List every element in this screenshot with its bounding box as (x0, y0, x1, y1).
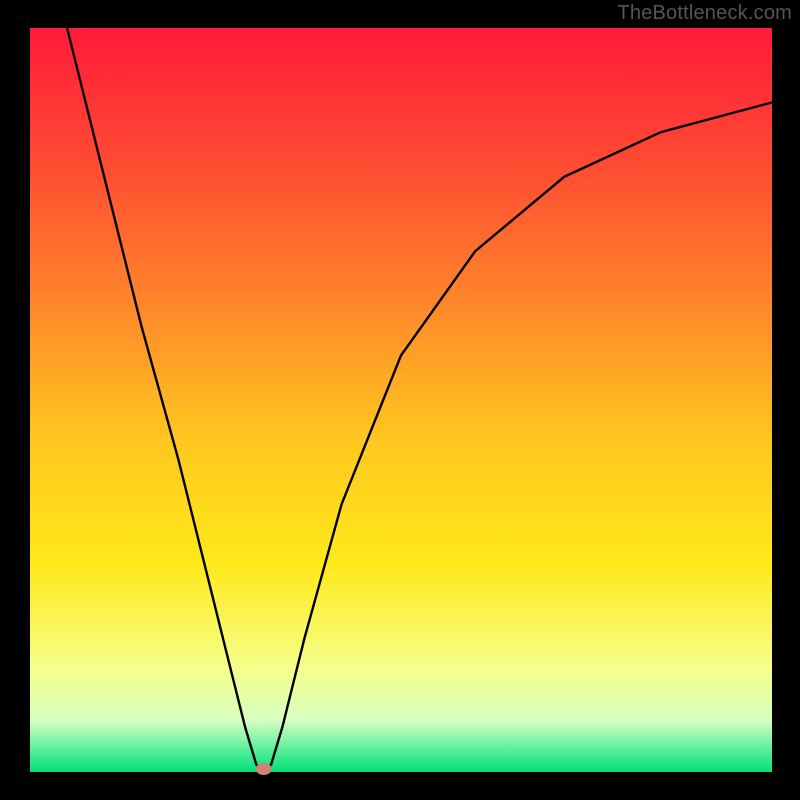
optimal-point-marker (256, 763, 272, 775)
bottleneck-plot (0, 0, 800, 800)
watermark-text: TheBottleneck.com (617, 2, 792, 25)
chart-frame: TheBottleneck.com (0, 0, 800, 800)
plot-background (30, 28, 772, 772)
